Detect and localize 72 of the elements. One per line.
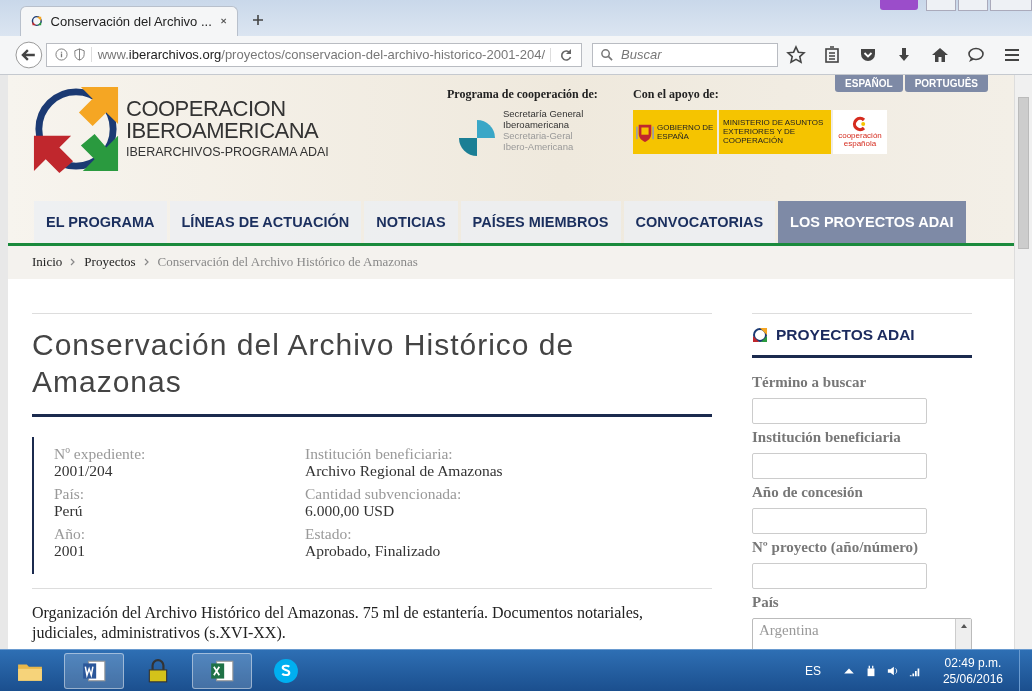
breadcrumb-link[interactable]: Inicio xyxy=(32,254,63,271)
search-icon xyxy=(600,47,613,61)
cooperation-icon xyxy=(852,115,868,132)
reload-icon[interactable] xyxy=(550,47,573,62)
segib-text: Iberoamericana xyxy=(503,118,570,130)
segib-text: Ibero-Americana xyxy=(503,140,575,152)
description-text: Organización del Archivo Histórico del Amazonas. 75 ml de estantería. Documentos notariales, judiciales, administrativos (s.XVI-XX). xyxy=(32,587,712,643)
filter-label: Término a buscar xyxy=(752,373,868,391)
field-value: Archivo Regional de Amazonas xyxy=(305,461,503,480)
tab-title: Conservación del Archivo ... xyxy=(50,13,212,29)
chevron-icon xyxy=(143,258,150,267)
support-label: Con el apoyo de: xyxy=(633,86,720,102)
filter-label: Institución beneficiaria xyxy=(752,428,902,446)
address-bar[interactable]: www.iberarchivos.org/proyectos/conservacion-del-archivo-historico-2001-204/ xyxy=(45,42,582,67)
logo-icon xyxy=(752,326,768,343)
filter-label: Año de concesión xyxy=(752,483,864,501)
logo-icon xyxy=(32,84,120,173)
filter-input[interactable] xyxy=(752,397,927,424)
new-tab-icon[interactable] xyxy=(252,13,264,26)
nav-tab[interactable]: PAÍSES MIEMBROS xyxy=(460,200,621,243)
field-label: Año: xyxy=(54,524,86,542)
field-label: Institución beneficiaria: xyxy=(305,444,454,462)
field-value: Aprobado, Finalizado xyxy=(305,541,442,560)
info-icon xyxy=(54,48,68,62)
logo-text: COOPERACION xyxy=(126,98,287,121)
field-label: Estado: xyxy=(305,524,353,542)
nav-tab[interactable]: NOTICIAS xyxy=(364,200,458,243)
field-label: País: xyxy=(54,484,86,502)
back-icon[interactable] xyxy=(14,39,44,70)
ministry-text: MINISTERIO DE ASUNTOS EXTERIORES Y DE COOPERACIÓN xyxy=(723,118,825,146)
star-icon[interactable] xyxy=(786,44,806,65)
list-scrollbar[interactable] xyxy=(955,618,971,649)
program-label: Programa de cooperación de: xyxy=(447,86,599,102)
breadcrumb-current: Conservación del Archivo Histórico de Amazonas xyxy=(157,254,418,271)
clock-date[interactable]: 25/06/2016 xyxy=(942,670,1003,687)
segib-logo-icon xyxy=(457,117,497,158)
segib-text: Secretaría General xyxy=(503,107,584,119)
input-language[interactable]: ES xyxy=(804,663,821,678)
filter-label: Nº proyecto (año/número) xyxy=(752,538,920,556)
segib-text: Secretaria-Geral xyxy=(503,129,574,141)
url-text: www.iberarchivos.org/proyectos/conservacion-del-archivo-historico-2001-204/ xyxy=(90,47,545,63)
filter-input[interactable] xyxy=(752,562,927,589)
field-value: 2001 xyxy=(54,541,86,560)
sidebar-heading: PROYECTOS ADAI xyxy=(776,325,915,344)
field-value: Perú xyxy=(54,501,84,520)
breadcrumb-link[interactable]: Proyectos xyxy=(84,254,136,271)
clock-time[interactable]: 02:49 p.m. xyxy=(944,654,1002,671)
word-taskbar-button[interactable] xyxy=(64,652,124,689)
nav-tab[interactable]: LÍNEAS DE ACTUACIÓN xyxy=(169,200,362,243)
logo-text: IBEROAMERICANA xyxy=(126,120,320,143)
logo-subtitle: IBERARCHIVOS-PROGRAMA ADAI xyxy=(126,145,329,160)
field-value: 6.000,00 USD xyxy=(305,501,396,520)
browser-tab[interactable]: Conservación del Archivo ... xyxy=(20,5,238,36)
scrollbar[interactable] xyxy=(1014,74,1032,649)
search-field[interactable]: Buscar xyxy=(592,42,778,67)
page-title: Conservación del Archivo Histórico de Amazonas xyxy=(32,312,712,417)
speaker-icon[interactable] xyxy=(886,664,899,677)
field-value: 2001/204 xyxy=(54,461,113,480)
filter-input[interactable] xyxy=(752,452,927,479)
skype-icon xyxy=(273,657,299,684)
filter-label: País xyxy=(752,593,780,611)
chevron-icon xyxy=(70,258,77,267)
filter-input[interactable] xyxy=(752,507,927,534)
field-label: Cantidad subvencionada: xyxy=(305,484,463,502)
reading-list-icon[interactable] xyxy=(822,44,842,65)
excel-taskbar-button[interactable] xyxy=(192,652,252,689)
field-label: Nº expediente: xyxy=(54,444,147,462)
cooperation-text: cooperación española xyxy=(837,131,883,148)
nav-tab[interactable]: EL PROGRAMA xyxy=(34,200,167,243)
nav-tab[interactable]: CONVOCATORIAS xyxy=(623,200,776,243)
government-text: GOBIERNO DE ESPAÑA xyxy=(657,122,714,141)
shield-icon xyxy=(72,48,86,62)
